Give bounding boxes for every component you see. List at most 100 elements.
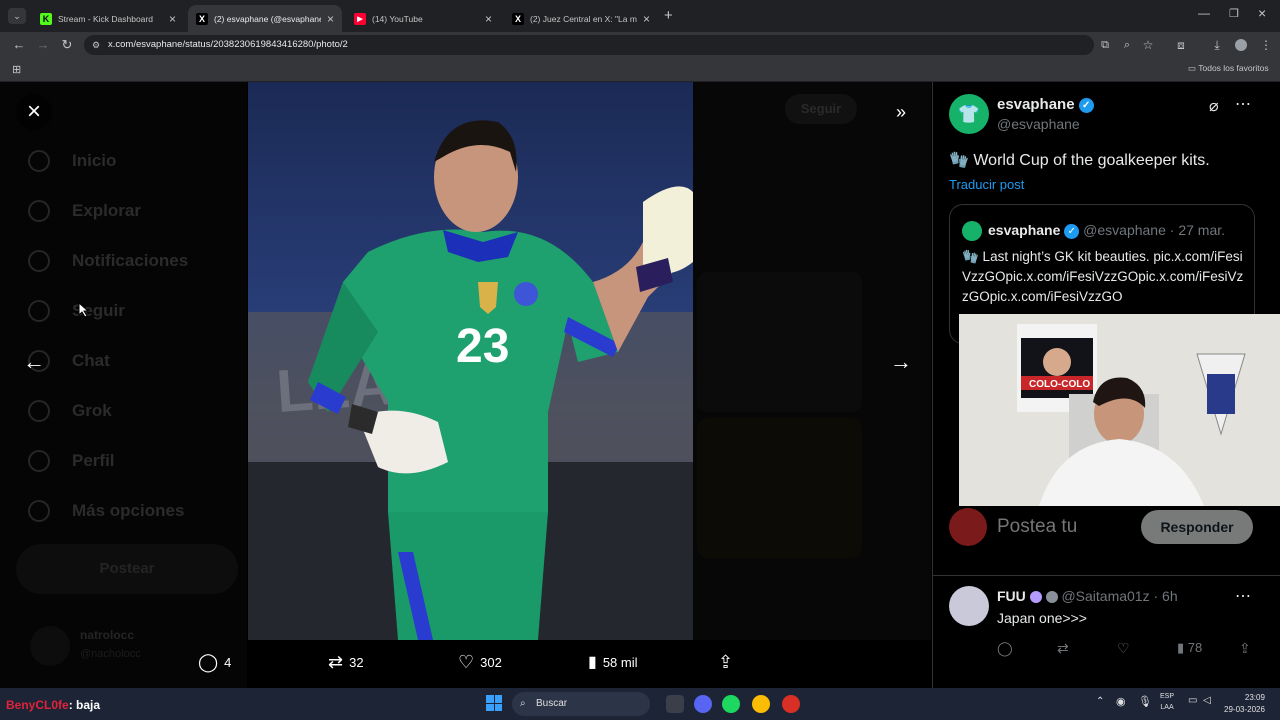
dim-follow-button: Seguir bbox=[785, 94, 857, 124]
restore-button[interactable]: ❐ bbox=[1229, 7, 1239, 20]
search-icon bbox=[28, 200, 50, 222]
x-photo-viewer: Inicio Explorar Notificaciones Seguir Ch… bbox=[0, 82, 1280, 688]
menu-dots-icon[interactable]: ⋮ bbox=[1257, 32, 1275, 58]
next-photo-button[interactable]: → bbox=[883, 344, 919, 380]
verified-badge-icon: ✓ bbox=[1064, 223, 1080, 239]
zoom-icon[interactable]: ⌕ bbox=[1118, 32, 1136, 58]
close-tab-icon[interactable]: × bbox=[485, 12, 492, 26]
network-icon[interactable]: ▭ bbox=[1188, 695, 1197, 706]
tab-kick[interactable]: K Stream - Kick Dashboard × bbox=[32, 5, 184, 32]
expand-sidebar-button[interactable]: » bbox=[883, 94, 919, 130]
extensions-icon[interactable]: ⧈ bbox=[1172, 32, 1190, 58]
like-action[interactable]: ♡ 302 bbox=[458, 652, 502, 673]
tab-title: (14) YouTube bbox=[372, 13, 423, 24]
share-action[interactable]: ⇪ bbox=[718, 652, 733, 673]
dim-image-right bbox=[697, 418, 862, 558]
reply-text: Japan one>>> bbox=[997, 610, 1087, 626]
reply-author-name[interactable]: FUU bbox=[997, 588, 1026, 604]
like-count: 302 bbox=[480, 655, 502, 670]
author-avatar[interactable]: 👕 bbox=[949, 94, 989, 134]
dim-account-name: natrolocc bbox=[80, 628, 135, 642]
close-viewer-button[interactable]: × bbox=[16, 94, 52, 130]
previous-photo-button[interactable]: ← bbox=[16, 344, 52, 380]
chrome-icon[interactable] bbox=[752, 695, 770, 713]
kick-icon: K bbox=[40, 12, 52, 25]
reply-share-icon[interactable]: ⇪ bbox=[1239, 640, 1251, 657]
arrow-left-icon: ← bbox=[23, 349, 45, 374]
nav-label: Más opciones bbox=[72, 501, 185, 520]
reply-repost-icon[interactable]: ⇄ bbox=[1057, 640, 1069, 657]
nav-notificaciones: Notificaciones bbox=[28, 250, 188, 272]
all-bookmarks-button[interactable]: ▭ Todos los favoritos bbox=[1188, 63, 1269, 74]
close-tab-icon[interactable]: × bbox=[643, 12, 650, 26]
reply-views[interactable]: ▮ 78 bbox=[1177, 640, 1202, 656]
more-options-icon[interactable]: ⋯ bbox=[1235, 586, 1251, 606]
x-logo-icon: X bbox=[196, 12, 208, 25]
grok-icon[interactable]: ⌀ bbox=[1209, 96, 1219, 116]
microphone-icon[interactable]: 🎙 bbox=[1138, 695, 1152, 708]
tab-search-button[interactable]: ⌄ bbox=[8, 8, 26, 24]
bar-chart-icon: ▮ bbox=[1177, 640, 1185, 655]
repost-count: 32 bbox=[349, 655, 364, 670]
clock[interactable]: 23:09 29-03-2026 bbox=[1224, 692, 1265, 716]
back-arrow-icon[interactable]: ← bbox=[10, 32, 28, 58]
nav-inicio: Inicio bbox=[28, 150, 116, 172]
volume-icon[interactable]: ◁ bbox=[1203, 695, 1211, 706]
views-action[interactable]: ▮ 58 mil bbox=[588, 652, 638, 672]
webcam-feed: COLO-COLO bbox=[959, 314, 1280, 506]
close-window-button[interactable]: × bbox=[1258, 5, 1266, 21]
language-indicator[interactable]: ESP LAA bbox=[1160, 691, 1174, 713]
streamer-webcam: COLO-COLO bbox=[959, 314, 1280, 506]
close-tab-icon[interactable]: × bbox=[169, 12, 176, 26]
bookmark-star-icon[interactable]: ☆ bbox=[1139, 32, 1157, 58]
heart-icon: ♡ bbox=[458, 652, 475, 672]
author-name[interactable]: esvaphane ✓ bbox=[997, 96, 1094, 113]
reply-input[interactable] bbox=[997, 512, 1117, 542]
taskbar-search[interactable]: ⌕ Buscar bbox=[512, 692, 650, 716]
reply-heart-icon[interactable]: ♡ bbox=[1117, 640, 1130, 657]
chrome-alt-icon[interactable] bbox=[782, 695, 800, 713]
repost-icon: ⇄ bbox=[328, 652, 344, 672]
translate-post-link[interactable]: Traducir post bbox=[949, 177, 1024, 192]
nav-label: Grok bbox=[72, 401, 112, 420]
tab-x-profile[interactable]: X (2) esvaphane (@esvaphane) / X × bbox=[188, 5, 342, 32]
responder-button[interactable]: Responder bbox=[1141, 510, 1253, 544]
quoted-author-line: esvaphane ✓ @esvaphane · 27 mar. bbox=[988, 222, 1225, 239]
quoted-author-avatar bbox=[962, 221, 982, 241]
nav-label: Explorar bbox=[72, 201, 141, 220]
dim-post-button: Postear bbox=[16, 544, 238, 594]
task-view-icon[interactable] bbox=[666, 695, 684, 713]
reply-comment-icon[interactable]: ◯ bbox=[997, 640, 1013, 657]
new-tab-button[interactable]: + bbox=[664, 7, 673, 24]
apps-grid-icon[interactable]: ⊞ bbox=[12, 63, 21, 76]
reply-item[interactable]: FUU @Saitama01z · 6h ⋯ Japan one>>> ◯ ⇄ … bbox=[933, 578, 1280, 688]
author-handle[interactable]: @esvaphane bbox=[997, 116, 1080, 132]
address-bar[interactable]: ⚙ x.com/esvaphane/status/203823061984341… bbox=[84, 35, 1094, 55]
site-info-icon[interactable]: ⚙ bbox=[92, 35, 100, 55]
profile-avatar[interactable] bbox=[1235, 39, 1247, 51]
nav-seguir: Seguir bbox=[28, 300, 125, 322]
reply-action[interactable]: ◯ 4 bbox=[198, 652, 231, 673]
reply-avatar[interactable] bbox=[949, 586, 989, 626]
tab-title: Stream - Kick Dashboard bbox=[58, 13, 153, 24]
nav-label: Chat bbox=[72, 351, 110, 370]
shirt-icon: 👕 bbox=[957, 103, 981, 124]
spotify-icon[interactable] bbox=[722, 695, 740, 713]
discord-icon[interactable] bbox=[694, 695, 712, 713]
forward-arrow-icon[interactable]: → bbox=[34, 32, 52, 58]
reply-composer: Responder bbox=[933, 498, 1280, 576]
tab-youtube[interactable]: ▶ (14) YouTube × bbox=[346, 5, 500, 32]
more-options-icon[interactable]: ⋯ bbox=[1235, 94, 1251, 114]
folder-icon: ▭ bbox=[1188, 63, 1197, 73]
more-icon bbox=[28, 500, 50, 522]
tray-chevron-icon[interactable]: ⌃ bbox=[1096, 696, 1104, 707]
windows-start-icon[interactable] bbox=[486, 695, 502, 711]
tray-app-icon[interactable]: ◉ bbox=[1116, 695, 1126, 708]
minimize-button[interactable]: — bbox=[1198, 6, 1210, 20]
tab-x-juez[interactable]: X (2) Juez Central en X: "La marca × bbox=[504, 5, 658, 32]
reload-icon[interactable]: ↻ bbox=[58, 32, 76, 58]
cast-icon[interactable]: ⧉ bbox=[1096, 32, 1114, 58]
close-tab-icon[interactable]: × bbox=[327, 12, 334, 26]
download-icon[interactable]: ⤓ bbox=[1208, 32, 1226, 58]
repost-action[interactable]: ⇄ 32 bbox=[328, 652, 364, 673]
